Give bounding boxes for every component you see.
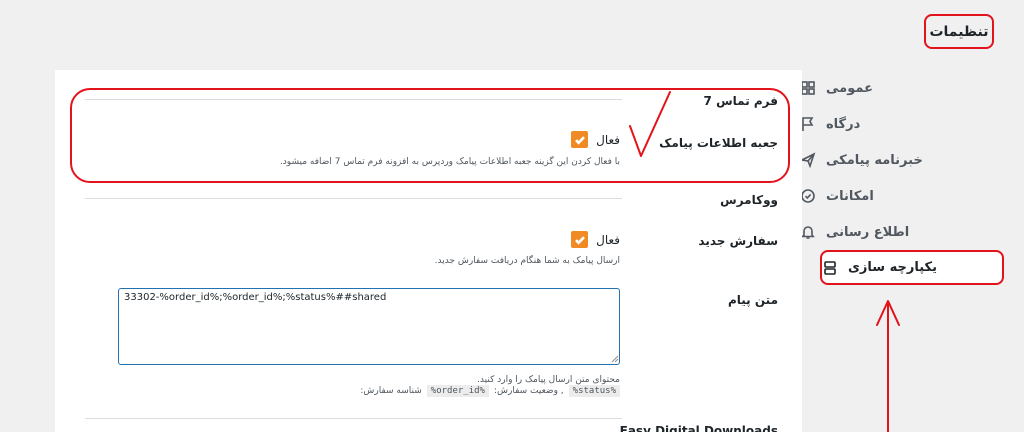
sidebar-item-features[interactable]: امکانات — [800, 178, 1000, 214]
sidebar-item-newsletter[interactable]: خبرنامه پیامکی — [800, 142, 1000, 178]
message-help-text: محتوای متن ارسال پیامک را وارد کنید. — [477, 375, 620, 385]
annotation-arrow-up-icon — [876, 300, 900, 432]
sidebar-item-general[interactable]: عمومی — [800, 70, 1000, 106]
sidebar-item-label: اطلاع رسانی — [826, 224, 910, 240]
tag-order-id: %order_id% — [426, 385, 489, 397]
new-order-checkbox-row[interactable]: فعال — [571, 231, 620, 248]
flag-icon — [800, 116, 816, 132]
message-tags: شناسه سفارش: %order_id% , وضعیت سفارش: %… — [360, 385, 620, 397]
divider — [85, 418, 622, 419]
message-textarea[interactable]: 33302-%order_id%;%order_id%;%status%##sh… — [118, 288, 620, 365]
sidebar-item-notifications[interactable]: اطلاع رسانی — [800, 214, 1000, 250]
settings-sidebar: عمومی درگاه خبرنامه پیامکی امکانات اطلاع… — [800, 70, 1004, 285]
section-title-edd: Easy Digital Downloads — [619, 424, 778, 432]
bell-icon — [800, 224, 816, 240]
tag-status: %status% — [568, 385, 620, 397]
grid-icon — [800, 80, 816, 96]
new-order-description: ارسال پیامک به شما هنگام دریافت سفارش جد… — [434, 256, 620, 266]
sidebar-item-label: امکانات — [826, 188, 874, 204]
tags-separator: , وضعیت سفارش: — [493, 386, 564, 396]
sidebar-item-label: درگاه — [826, 116, 861, 132]
resize-handle-icon[interactable] — [609, 353, 619, 363]
annotation-checkmark-icon — [629, 91, 671, 157]
sidebar-item-label: خبرنامه پیامکی — [826, 152, 923, 168]
sidebar-item-label: یکپارچه سازی — [848, 260, 937, 275]
check-icon — [574, 235, 585, 245]
sidebar-item-gateway[interactable]: درگاه — [800, 106, 1000, 142]
send-icon — [800, 152, 816, 168]
sidebar-item-label: عمومی — [826, 80, 873, 96]
message-text-label: متن پیام — [727, 293, 778, 307]
new-order-label: سفارش جدید — [698, 234, 778, 248]
check-circle-icon — [800, 188, 816, 204]
sidebar-item-integration[interactable]: یکپارچه سازی — [820, 250, 1004, 285]
checkbox-label: فعال — [596, 232, 620, 247]
integration-icon — [822, 260, 838, 276]
tags-prefix: شناسه سفارش: — [360, 386, 422, 396]
page-title: تنظیمات — [924, 14, 994, 49]
new-order-checkbox[interactable] — [571, 231, 589, 248]
annotation-highlight-box — [70, 88, 790, 183]
divider — [85, 198, 622, 199]
section-title-woocommerce: ووکامرس — [720, 193, 778, 207]
